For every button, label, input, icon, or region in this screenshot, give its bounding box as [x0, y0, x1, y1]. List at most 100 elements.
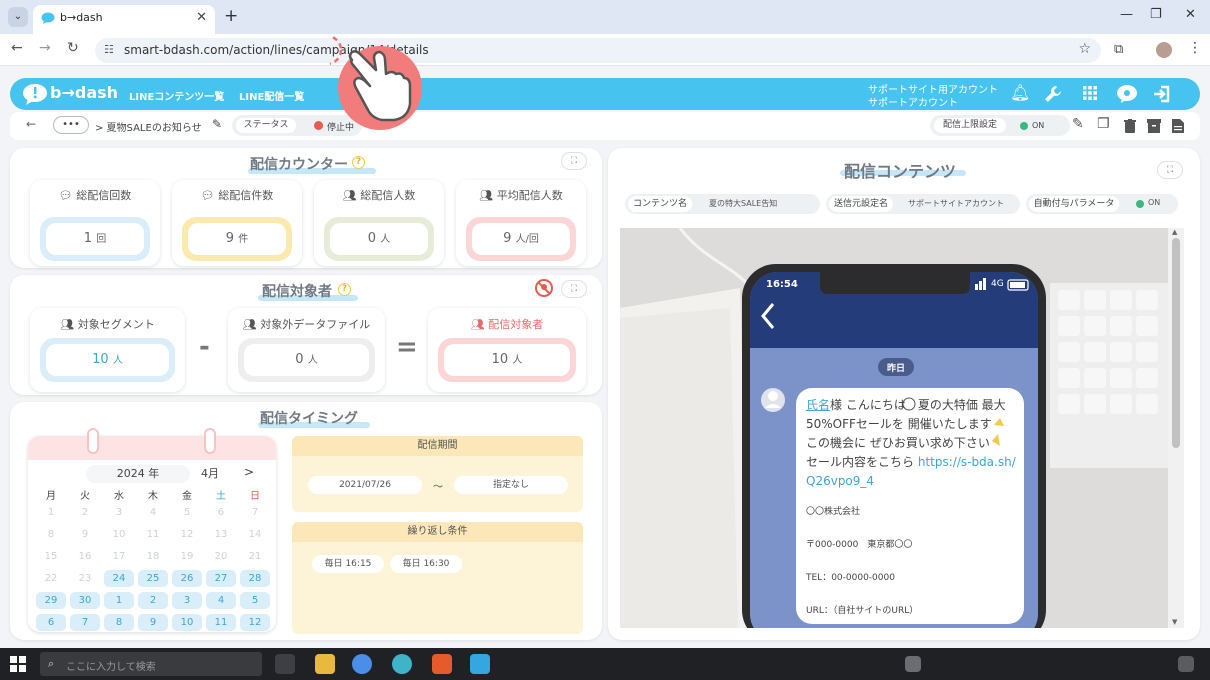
- expand-icon[interactable]: ⛶: [1157, 161, 1183, 179]
- edit-icon[interactable]: ✎: [1072, 116, 1084, 132]
- document-icon[interactable]: [1172, 119, 1184, 133]
- sale-link-cont[interactable]: Q26vpo9_4: [806, 472, 1020, 491]
- calendar-day[interactable]: 30: [70, 592, 100, 609]
- trash-icon[interactable]: [1124, 119, 1136, 133]
- calendar-day[interactable]: 11: [206, 614, 236, 631]
- chrome-icon[interactable]: [352, 654, 372, 674]
- profile-avatar[interactable]: [1156, 42, 1172, 58]
- expand-icon[interactable]: ⛶: [561, 280, 587, 298]
- browser-tab[interactable]: b→dash ✕: [33, 5, 215, 34]
- calendar-day[interactable]: 25: [138, 570, 168, 587]
- calendar-day[interactable]: 29: [36, 592, 66, 609]
- calendar-day[interactable]: 20: [206, 548, 236, 565]
- calendar-day[interactable]: 5: [240, 592, 270, 609]
- calendar-day[interactable]: 14: [240, 526, 270, 543]
- calendar-day[interactable]: 10: [104, 526, 134, 543]
- calendar-day[interactable]: 6: [36, 614, 66, 631]
- maximize-button[interactable]: ❐: [1150, 7, 1162, 22]
- calendar-next-button[interactable]: >: [244, 465, 254, 479]
- name-link[interactable]: 氏名: [806, 398, 830, 412]
- extensions-icon[interactable]: ⧉: [1114, 42, 1123, 57]
- repeat-item[interactable]: 毎日 16:15: [312, 555, 384, 573]
- minimize-button[interactable]: —: [1120, 7, 1133, 22]
- calendar-day[interactable]: 7: [240, 504, 270, 521]
- calendar-day[interactable]: 6: [206, 504, 236, 521]
- new-tab-button[interactable]: +: [224, 6, 238, 26]
- calendar-day[interactable]: 10: [172, 614, 202, 631]
- calendar-day[interactable]: 28: [240, 570, 270, 587]
- calendar-day[interactable]: 21: [240, 548, 270, 565]
- notification-icon[interactable]: [1178, 656, 1194, 672]
- breadcrumb-more-button[interactable]: •••: [53, 116, 89, 134]
- help-icon[interactable]: ?: [338, 283, 351, 296]
- scroll-up-icon[interactable]: ▲: [1172, 228, 1177, 236]
- logout-icon[interactable]: [1152, 84, 1172, 104]
- back-button[interactable]: ←: [11, 40, 23, 56]
- delivery-limit-toggle[interactable]: ON: [1032, 121, 1044, 130]
- help-icon[interactable]: ?: [352, 156, 365, 169]
- calendar-day[interactable]: 11: [138, 526, 168, 543]
- wrench-icon[interactable]: [1044, 85, 1062, 103]
- taskbar-search[interactable]: ⌕ ここに入力して検索: [40, 652, 262, 676]
- calendar-day[interactable]: 15: [36, 548, 66, 565]
- calendar-day[interactable]: 22: [36, 570, 66, 587]
- bell-icon[interactable]: 🔔︎: [1010, 83, 1030, 102]
- nav-line-contents[interactable]: LINEコンテンツ一覧: [129, 88, 224, 103]
- tab-close-icon[interactable]: ✕: [196, 10, 207, 25]
- forward-button[interactable]: →: [39, 40, 51, 56]
- calendar-day[interactable]: 4: [206, 592, 236, 609]
- calendar-day[interactable]: 7: [70, 614, 100, 631]
- calendar-day[interactable]: 17: [104, 548, 134, 565]
- repeat-item[interactable]: 毎日 16:30: [390, 555, 462, 573]
- weather-icon[interactable]: [905, 656, 921, 672]
- calendar-day[interactable]: 2: [138, 592, 168, 609]
- app-icon[interactable]: [470, 654, 490, 674]
- apps-grid-icon[interactable]: [1083, 86, 1097, 100]
- scroll-down-icon[interactable]: ▼: [1172, 618, 1177, 626]
- chat-support-icon[interactable]: [1116, 84, 1138, 104]
- calendar-day[interactable]: 2: [70, 504, 100, 521]
- calendar-day[interactable]: 9: [138, 614, 168, 631]
- expand-icon[interactable]: ⛶: [561, 152, 587, 170]
- calendar-day[interactable]: 8: [36, 526, 66, 543]
- office-icon[interactable]: [432, 654, 452, 674]
- task-view-icon[interactable]: [275, 654, 295, 674]
- site-info-icon[interactable]: ☷: [104, 43, 114, 56]
- nav-line-deliveries[interactable]: LINE配信一覧: [239, 88, 304, 103]
- reload-button[interactable]: ↻: [67, 40, 79, 56]
- back-arrow-icon[interactable]: ←: [26, 117, 36, 131]
- period-end-field[interactable]: 指定なし: [454, 476, 568, 494]
- calendar-day[interactable]: 4: [138, 504, 168, 521]
- sale-link[interactable]: https://s-bda.sh/: [918, 455, 1016, 469]
- calendar-day[interactable]: 1: [104, 592, 134, 609]
- window-close-button[interactable]: ✕: [1185, 7, 1196, 22]
- file-explorer-icon[interactable]: [315, 654, 335, 674]
- block-icon[interactable]: [535, 279, 553, 297]
- calendar-day[interactable]: 1: [36, 504, 66, 521]
- calendar-day[interactable]: 3: [172, 592, 202, 609]
- bookmark-star-icon[interactable]: ☆: [1078, 41, 1091, 57]
- edit-pencil-icon[interactable]: ✎: [212, 117, 222, 131]
- calendar-day[interactable]: 8: [104, 614, 134, 631]
- calendar-year-select[interactable]: 2024 年: [86, 465, 190, 483]
- auto-param-value[interactable]: ON: [1148, 198, 1160, 207]
- windows-start-icon[interactable]: [10, 656, 26, 672]
- calendar-day[interactable]: 3: [104, 504, 134, 521]
- calendar-day[interactable]: 27: [206, 570, 236, 587]
- address-bar[interactable]: ☷ smart-bdash.com/action/lines/campaign/…: [95, 38, 1101, 63]
- calendar-day[interactable]: 5: [172, 504, 202, 521]
- copy-icon[interactable]: ❐: [1097, 116, 1110, 132]
- calendar-day[interactable]: 18: [138, 548, 168, 565]
- calendar-day[interactable]: 9: [70, 526, 100, 543]
- preview-scrollbar[interactable]: ▲ ▼: [1168, 228, 1184, 628]
- scroll-thumb[interactable]: [1172, 238, 1180, 448]
- calendar-day[interactable]: 24: [104, 570, 134, 587]
- calendar-day[interactable]: 12: [172, 526, 202, 543]
- calendar-day[interactable]: 19: [172, 548, 202, 565]
- edge-icon[interactable]: [392, 654, 412, 674]
- calendar-day[interactable]: 26: [172, 570, 202, 587]
- browser-menu-icon[interactable]: ⋮: [1188, 40, 1202, 56]
- calendar-day[interactable]: 23: [70, 570, 100, 587]
- calendar-day[interactable]: 16: [70, 548, 100, 565]
- period-start-field[interactable]: 2021/07/26: [308, 476, 422, 494]
